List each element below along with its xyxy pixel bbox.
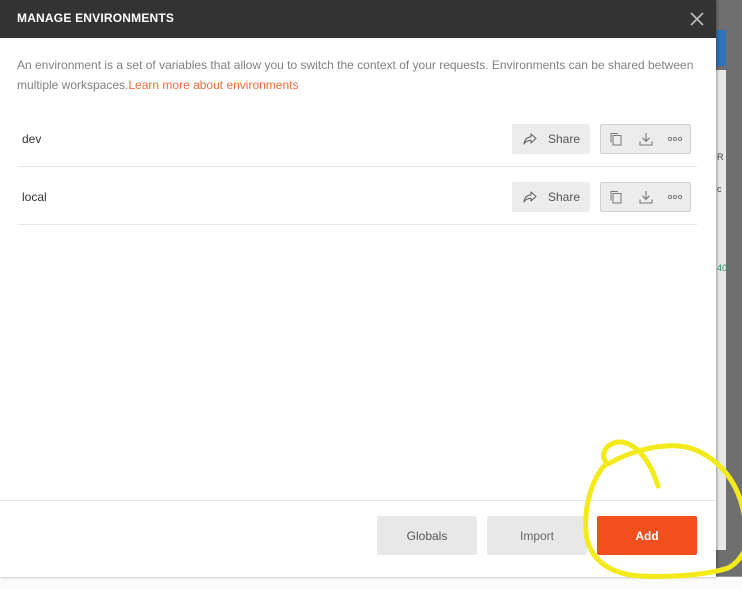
import-button[interactable]: Import	[487, 516, 587, 555]
share-button[interactable]: Share	[512, 124, 590, 154]
background-app: R c 40	[716, 0, 742, 578]
share-label: Share	[548, 132, 581, 146]
add-button[interactable]: Add	[597, 516, 697, 555]
duplicate-icon	[610, 133, 622, 146]
duplicate-button[interactable]	[601, 125, 631, 153]
globals-button[interactable]: Globals	[377, 516, 477, 555]
description-text: An environment is a set of variables tha…	[17, 58, 694, 92]
share-icon	[523, 191, 537, 203]
download-button[interactable]	[631, 125, 661, 153]
background-text: R	[717, 152, 724, 162]
learn-more-link[interactable]: Learn more about environments	[128, 78, 298, 92]
background-blue-tab	[716, 30, 726, 66]
environment-name[interactable]: local	[22, 190, 47, 204]
footer-divider	[0, 500, 716, 501]
duplicate-icon	[610, 191, 622, 204]
share-label: Share	[548, 190, 581, 204]
environment-row[interactable]: local Share	[17, 167, 697, 225]
environment-actions	[600, 124, 691, 154]
more-button[interactable]	[660, 183, 690, 211]
environment-list: dev Share local Share	[17, 109, 697, 225]
download-button[interactable]	[631, 183, 661, 211]
more-icon	[668, 136, 683, 142]
environment-row[interactable]: dev Share	[17, 109, 697, 167]
manage-environments-modal: MANAGE ENVIRONMENTS An environment is a …	[0, 0, 716, 577]
download-icon	[638, 191, 653, 204]
more-icon	[668, 194, 683, 200]
download-icon	[638, 133, 653, 146]
description: An environment is a set of variables tha…	[17, 55, 697, 95]
background-strip	[0, 577, 742, 589]
environment-actions	[600, 182, 691, 212]
modal-title: MANAGE ENVIRONMENTS	[17, 11, 175, 25]
share-icon	[523, 133, 537, 145]
duplicate-button[interactable]	[601, 183, 631, 211]
share-button[interactable]: Share	[512, 182, 590, 212]
environment-name[interactable]: dev	[22, 132, 41, 146]
close-icon	[690, 12, 704, 26]
background-text: c	[717, 184, 722, 194]
background-panel	[716, 70, 726, 550]
modal-header: MANAGE ENVIRONMENTS	[0, 0, 716, 38]
more-button[interactable]	[660, 125, 690, 153]
close-button[interactable]	[686, 8, 708, 30]
background-text: 40	[717, 263, 728, 273]
